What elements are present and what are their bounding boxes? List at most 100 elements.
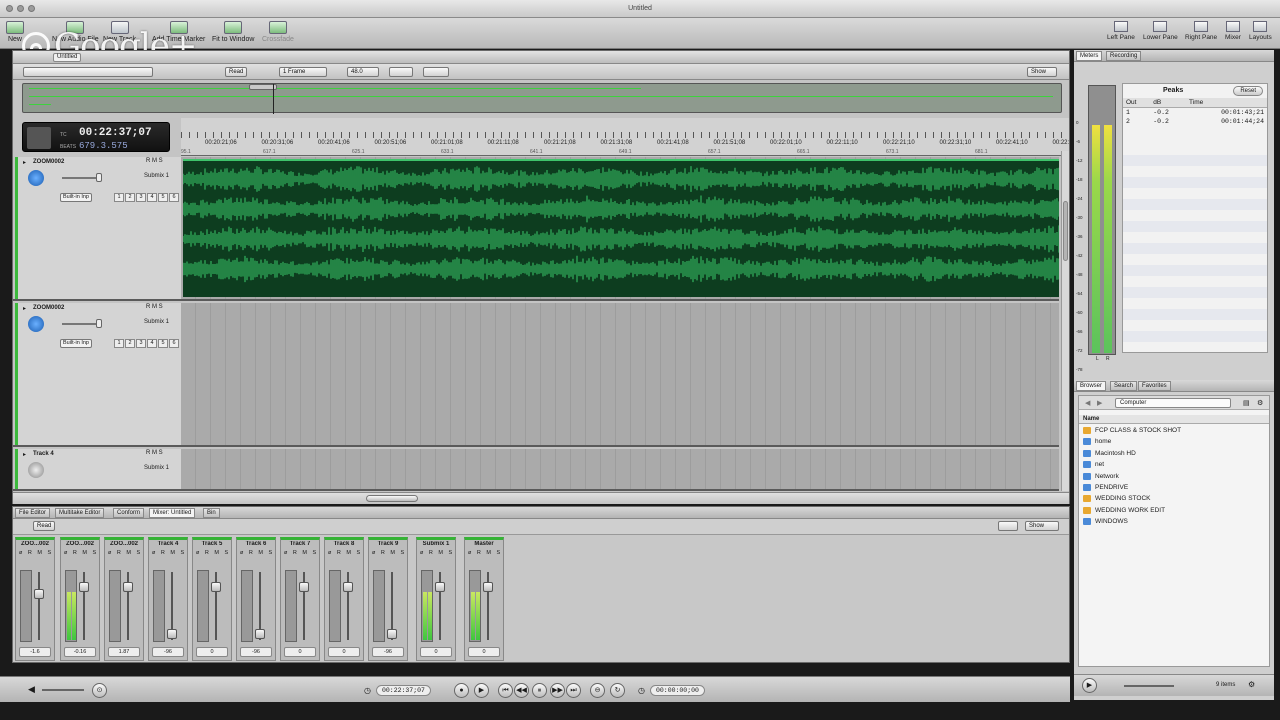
layouts-button[interactable]: Layouts xyxy=(1249,21,1272,41)
volume-slider-knob[interactable] xyxy=(96,173,102,182)
tempo-field[interactable]: 48.0 xyxy=(347,67,379,77)
record-button[interactable]: ● xyxy=(454,683,469,698)
mixer-view-select[interactable] xyxy=(998,521,1018,531)
strip-rms-buttons[interactable]: ø R M S xyxy=(420,550,454,556)
preview-volume-slider[interactable] xyxy=(1124,685,1174,687)
list-item[interactable]: Network xyxy=(1083,472,1119,480)
view-options-icon[interactable]: ▤ xyxy=(1243,399,1250,407)
table-row[interactable]: 1 -0.2 00:01:43;21 xyxy=(1123,108,1267,118)
list-item[interactable]: WEDDING WORK EDIT xyxy=(1083,506,1165,514)
reset-button[interactable]: Reset xyxy=(1233,86,1263,96)
fast-forward-button[interactable]: ▶▶ xyxy=(550,683,565,698)
strip-value-field[interactable]: 1.87 xyxy=(108,647,140,657)
table-row[interactable]: 2 -0.2 00:01:44;24 xyxy=(1123,117,1267,126)
tab-conform[interactable]: Conform xyxy=(113,508,145,518)
strip-value-field[interactable]: 0 xyxy=(420,647,452,657)
fader-knob[interactable] xyxy=(343,581,353,592)
list-item[interactable]: FCP CLASS & STOCK SHOT xyxy=(1083,427,1181,434)
fader-knob[interactable] xyxy=(123,581,133,592)
mixer-mode-select[interactable]: Read xyxy=(33,521,56,531)
tab-file-editor[interactable]: File Editor xyxy=(15,508,51,518)
strip-rms-buttons[interactable]: ø R M S xyxy=(284,550,318,556)
fader-knob[interactable] xyxy=(255,629,265,639)
show-button[interactable]: Show xyxy=(1027,67,1057,77)
mixer-button[interactable]: Mixer xyxy=(1225,21,1241,41)
input-select[interactable]: Built-in Inp xyxy=(60,193,92,202)
strip-value-field[interactable]: 0 xyxy=(468,647,500,657)
track-header[interactable]: ▸ ZOOM0002 R M S Submix 1 Built-in Inp 1… xyxy=(15,303,181,445)
mixer-show-button[interactable]: Show xyxy=(1025,521,1059,531)
output-bus-select[interactable]: Submix 1 xyxy=(144,173,169,179)
volume-slider-knob[interactable] xyxy=(96,319,102,328)
track-rms-buttons[interactable]: R M S xyxy=(146,304,163,310)
master-volume-slider[interactable] xyxy=(42,689,84,691)
scroll-thumb[interactable] xyxy=(366,495,418,502)
disclosure-icon[interactable]: ▸ xyxy=(23,451,26,458)
list-item[interactable]: WEDDING STOCK xyxy=(1083,495,1151,503)
add-time-marker-button[interactable]: Add Time Marker xyxy=(152,21,205,43)
list-item[interactable]: home xyxy=(1083,438,1111,446)
fader-knob[interactable] xyxy=(167,629,177,639)
track-header[interactable]: ▸ ZOOM0002 R M S Submix 1 Built-in Inp 1… xyxy=(15,157,181,299)
preview-play-button[interactable]: ▶ xyxy=(1082,678,1097,693)
lower-pane-button[interactable]: Lower Pane xyxy=(1143,21,1178,41)
fader-knob[interactable] xyxy=(387,629,397,639)
loop-button[interactable]: ↻ xyxy=(610,683,625,698)
strip-rms-buttons[interactable]: ø R M S xyxy=(196,550,230,556)
cycle-button[interactable]: ⊖ xyxy=(590,683,605,698)
tab-mixer[interactable]: Mixer: Untitled xyxy=(149,508,196,518)
back-icon[interactable]: ◀ xyxy=(1085,399,1090,407)
fader-knob[interactable] xyxy=(299,581,309,592)
track-rms-buttons[interactable]: R M S xyxy=(146,158,163,164)
audio-clip[interactable] xyxy=(183,159,1059,297)
record-settings-button[interactable]: ⊙ xyxy=(92,683,107,698)
rewind-button[interactable]: ◀◀ xyxy=(514,683,529,698)
peaks-col-out[interactable]: Out xyxy=(1123,98,1151,108)
play-button[interactable]: ▶ xyxy=(474,683,489,698)
strip-rms-buttons[interactable]: ø R M S xyxy=(64,550,98,556)
strip-value-field[interactable]: -0.16 xyxy=(64,647,96,657)
tab-multitake-editor[interactable]: Multitake Editor xyxy=(55,508,105,518)
strip-rms-buttons[interactable]: ø R M S xyxy=(19,550,53,556)
output-bus-select[interactable]: Submix 1 xyxy=(144,319,169,325)
zoom-toggle[interactable] xyxy=(423,67,449,77)
left-pane-button[interactable]: Left Pane xyxy=(1107,21,1135,41)
tab-recording[interactable]: Recording xyxy=(1106,51,1142,61)
strip-value-field[interactable]: -1.6 xyxy=(19,647,51,657)
track-header[interactable]: ▸ Track 4 R M S Submix 1 xyxy=(15,449,181,489)
list-item[interactable]: Macintosh HD xyxy=(1083,449,1136,457)
input-select[interactable]: Built-in Inp xyxy=(60,339,92,348)
right-pane-button[interactable]: Right Pane xyxy=(1185,21,1217,41)
settings-icon[interactable]: ⚙ xyxy=(1257,399,1263,407)
tab-search[interactable]: Search xyxy=(1110,381,1138,391)
strip-value-field[interactable]: 0 xyxy=(328,647,360,657)
view-toggle[interactable] xyxy=(389,67,413,77)
vertical-scrollbar[interactable] xyxy=(1061,151,1069,491)
tab-meters[interactable]: Meters xyxy=(1076,51,1103,61)
go-to-end-button[interactable]: ⏭ xyxy=(566,683,581,698)
tab-browser[interactable]: Browser xyxy=(1076,381,1107,391)
strip-value-field[interactable]: -96 xyxy=(152,647,184,657)
name-column-header[interactable]: Name xyxy=(1079,415,1269,424)
fit-to-window-button[interactable]: Fit to Window xyxy=(212,21,254,43)
time-ruler[interactable]: 00:20:21;06 00:20:31;06 00:20:41;06 00:20:5… xyxy=(181,118,1069,156)
track-lane[interactable] xyxy=(181,449,1059,489)
strip-value-field[interactable]: 0 xyxy=(196,647,228,657)
forward-icon[interactable]: ▶ xyxy=(1097,399,1102,407)
track-lane[interactable] xyxy=(181,157,1059,299)
strip-rms-buttons[interactable]: ø R M S xyxy=(152,550,186,556)
project-tab[interactable]: Untitled xyxy=(53,53,82,62)
fader-knob[interactable] xyxy=(483,581,493,592)
location-select[interactable]: Computer xyxy=(1115,398,1231,408)
strip-rms-buttons[interactable]: ø R M S xyxy=(372,550,406,556)
horizontal-scrollbar[interactable] xyxy=(13,492,1069,504)
crossfade-button[interactable]: Crossfade xyxy=(262,21,294,43)
track-name[interactable]: Track 4 xyxy=(33,451,54,457)
strip-rms-buttons[interactable]: ø R M S xyxy=(108,550,142,556)
list-item[interactable]: net xyxy=(1083,461,1104,469)
strip-rms-buttons[interactable]: ø R M S xyxy=(468,550,502,556)
strip-rms-buttons[interactable]: ø R M S xyxy=(328,550,362,556)
strip-rms-buttons[interactable]: ø R M S xyxy=(240,550,274,556)
pause-button[interactable]: ⏸ xyxy=(532,683,547,698)
global-timeline-overview[interactable] xyxy=(22,83,1062,114)
